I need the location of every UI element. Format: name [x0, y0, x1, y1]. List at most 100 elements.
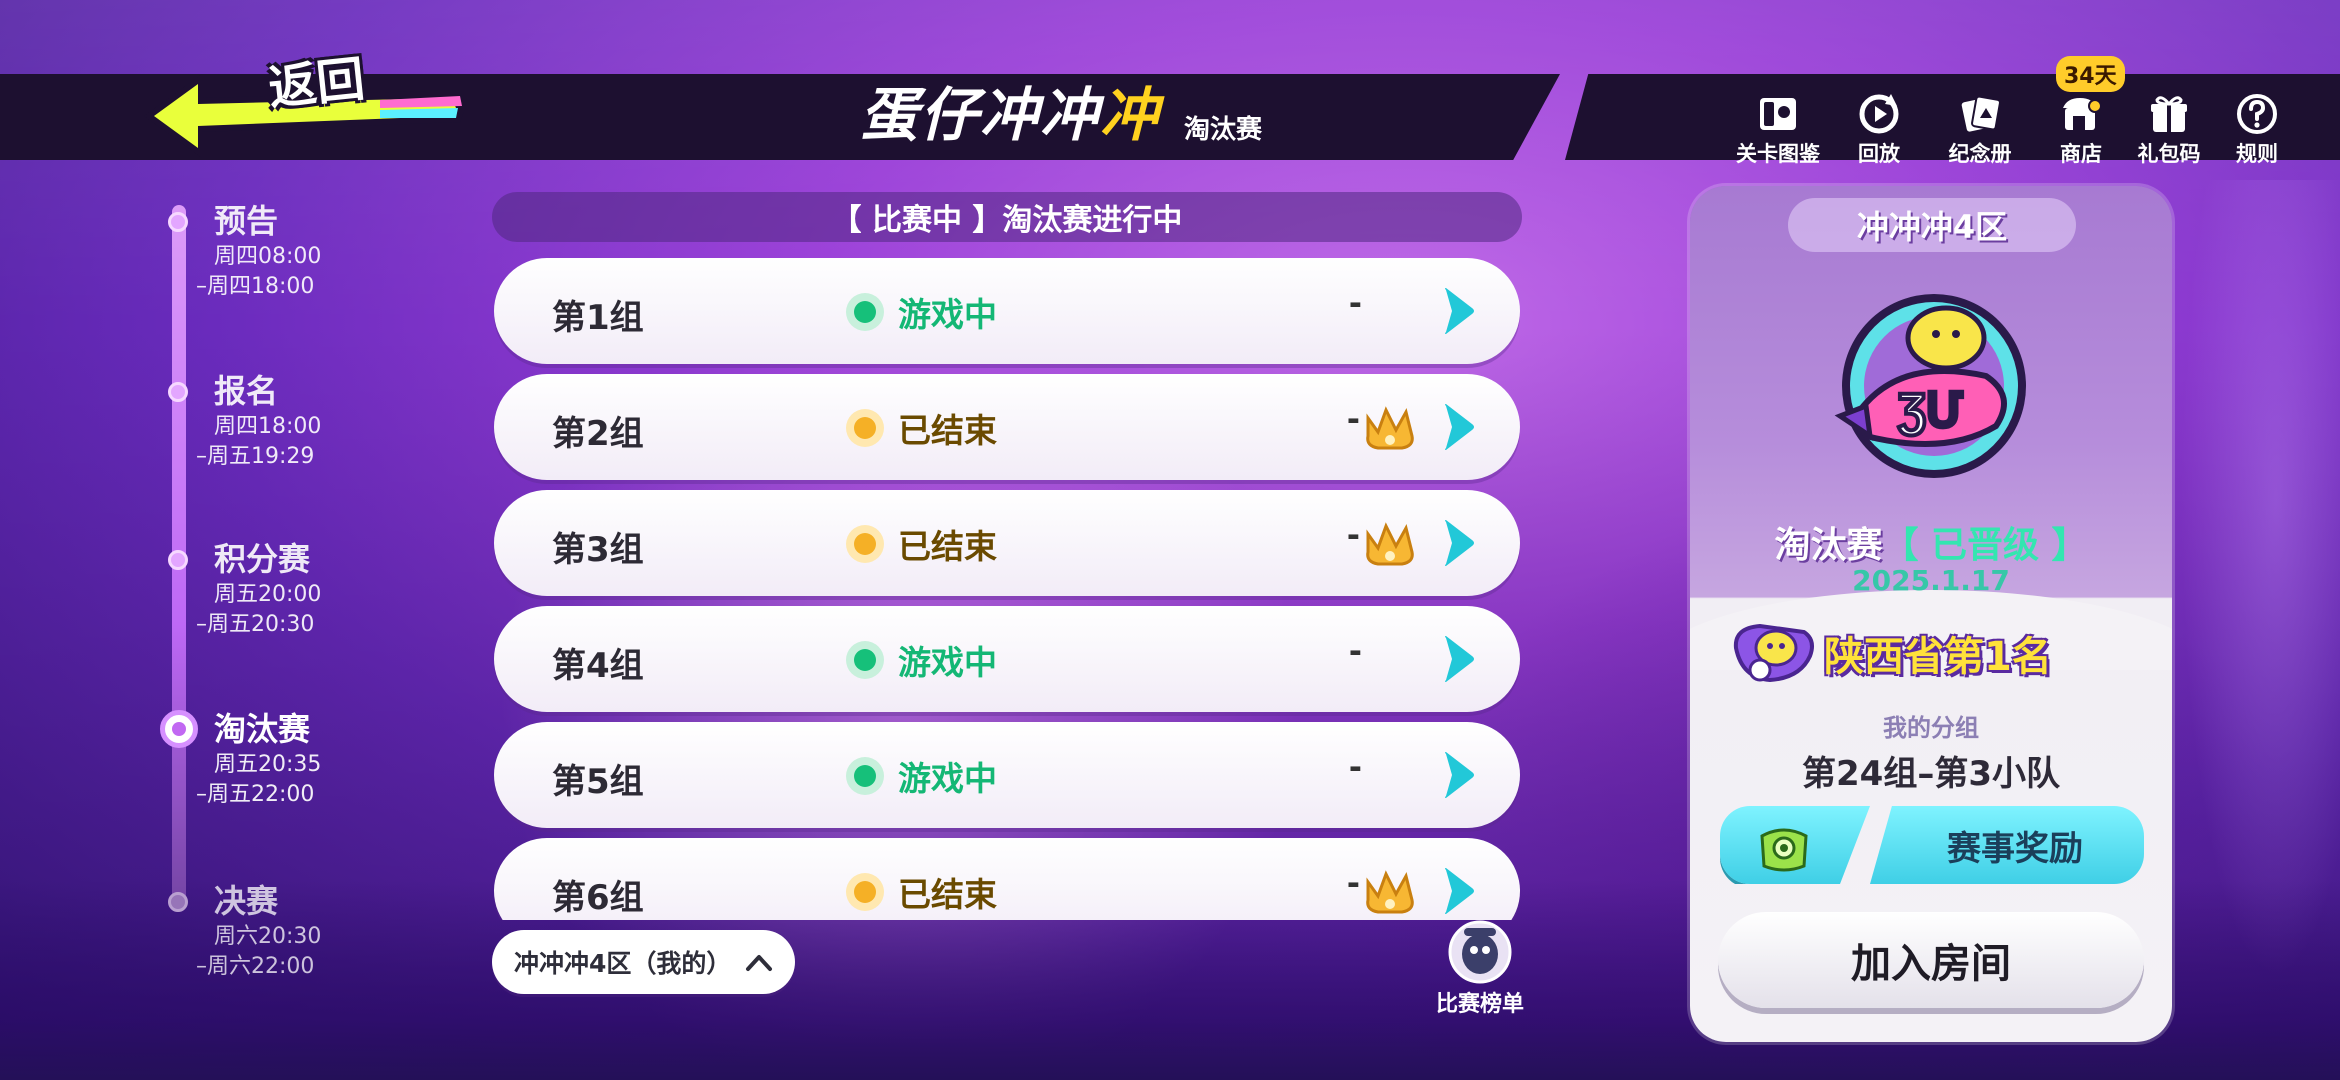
timeline-stage-points: 积分赛 周五20:00 –周五20:30: [168, 534, 360, 640]
leaderboard-button[interactable]: 比赛榜单: [1425, 918, 1535, 1018]
page-title-group: 蛋仔冲冲冲 淘汰赛: [860, 82, 1262, 152]
page-subtitle: 淘汰赛: [1184, 115, 1263, 145]
toolbar: 关卡图鉴 回放 纪念册 34天 商店 礼包码 规则: [1730, 56, 2292, 168]
group-result: -: [1348, 748, 1362, 786]
my-group-value: 第24组–第3小队: [1802, 754, 2060, 794]
back-button[interactable]: 返回: [140, 38, 480, 158]
my-group-label: 我的分组: [1883, 714, 1979, 742]
timeline-stage-final: 决赛 周六20:30 –周六22:00: [168, 876, 360, 982]
group-status-text: 已结束: [898, 411, 997, 450]
timeline-dot: [168, 212, 188, 232]
timeline-stage-preview: 预告 周四08:00 –周四18:00: [168, 196, 360, 302]
timeline-stage-knockout: 淘汰赛 周五20:35 –周五22:00: [160, 704, 360, 810]
timeline-dot: [168, 892, 188, 912]
status-ended-icon: [846, 873, 884, 911]
group-status: 已结束: [846, 404, 997, 452]
group-result: -: [1348, 632, 1362, 670]
toolbar-rules[interactable]: 规则: [2222, 92, 2292, 168]
toolbar-shop[interactable]: 34天 商店: [2046, 56, 2125, 168]
toolbar-replay[interactable]: 回放: [1844, 92, 1914, 168]
group-row[interactable]: 第3组 已结束 -: [494, 490, 1520, 596]
toolbar-level-guide[interactable]: 关卡图鉴: [1730, 92, 1826, 168]
stage-time-start: 周四08:00: [214, 244, 322, 269]
shop-days-badge: 34天: [2056, 56, 2125, 92]
chevron-right-icon: [1445, 404, 1474, 450]
rank-row: 陕西省第1名: [1730, 618, 2052, 688]
page-title-highlight: 冲: [1100, 83, 1161, 148]
svg-text:ƷՄ: ƷՄ: [1898, 384, 1963, 436]
reward-label: 赛事奖励: [1870, 806, 2144, 884]
stage-time-end: –周四18:00: [196, 274, 315, 299]
toolbar-gift-code-label: 礼包码: [2137, 142, 2201, 166]
status-live-icon: [846, 641, 884, 679]
chevron-right-icon: [1445, 636, 1474, 682]
reward-ticket-icon: [1760, 828, 1808, 872]
group-status: 游戏中: [846, 752, 997, 800]
status-ended-icon: [846, 525, 884, 563]
page-title-main: 蛋仔冲冲: [860, 83, 1101, 148]
group-row[interactable]: 第6组 已结束 -: [494, 838, 1520, 920]
group-row[interactable]: 第2组 已结束 -: [494, 374, 1520, 480]
timeline-dot: [168, 550, 188, 570]
group-status: 游戏中: [846, 636, 997, 684]
region-selector[interactable]: 冲冲冲4区（我的）: [492, 930, 796, 994]
chevron-right-icon: [1445, 752, 1474, 798]
group-status-text: 已结束: [898, 875, 997, 914]
group-name: 第2组: [552, 414, 644, 454]
group-name: 第4组: [552, 646, 644, 686]
chevron-right-icon: [1445, 868, 1474, 914]
tournament-date: 2025.1.17: [1852, 564, 2010, 597]
group-row[interactable]: 第5组 游戏中 -: [494, 722, 1520, 828]
group-result: -: [1346, 864, 1360, 902]
crown-icon: [1366, 870, 1414, 914]
group-name: 第3组: [552, 530, 644, 570]
back-label: 返回: [266, 53, 368, 116]
group-name: 第1组: [552, 298, 644, 338]
group-status-text: 游戏中: [898, 759, 997, 798]
stage-name: 决赛: [214, 882, 279, 920]
match-status-header: 【 比赛中 】淘汰赛进行中: [492, 192, 1522, 242]
timeline-dot: [168, 382, 188, 402]
replay-icon: [1859, 94, 1899, 134]
rank-text: 陕西省第1名: [1824, 634, 2052, 680]
toolbar-replay-label: 回放: [1858, 142, 1900, 166]
join-room-button[interactable]: 加入房间: [1718, 912, 2144, 1008]
crown-icon: [1366, 522, 1414, 566]
stage-name: 预告: [214, 202, 279, 240]
stage-time-start: 周五20:35: [214, 752, 322, 777]
region-selector-label: 冲冲冲4区（我的）: [514, 949, 732, 978]
group-status: 游戏中: [846, 288, 997, 336]
stage-time-end: –周五22:00: [196, 782, 315, 807]
toolbar-shop-label: 商店: [2060, 142, 2102, 166]
group-status-text: 游戏中: [898, 295, 997, 334]
timeline-stage-signup: 报名 周四18:00 –周五19:29: [168, 366, 360, 472]
group-name: 第5组: [552, 762, 644, 802]
shop-icon: [2063, 98, 2102, 130]
group-row[interactable]: 第4组 游戏中 -: [494, 606, 1520, 712]
group-row[interactable]: 第1组 游戏中 -: [494, 258, 1520, 364]
tournament-name: 淘汰赛: [1774, 525, 1883, 566]
status-live-icon: [846, 757, 884, 795]
crown-icon: [1366, 406, 1414, 450]
toolbar-album[interactable]: 纪念册: [1932, 92, 2028, 168]
toolbar-rules-label: 规则: [2236, 142, 2278, 166]
group-list[interactable]: 第1组 游戏中 - 第2组 已结束 - 第3组 已结束 - 第4组 游戏中 - …: [494, 258, 1520, 920]
stage-time-start: 周六20:30: [214, 924, 322, 949]
toolbar-gift-code[interactable]: 礼包码: [2134, 92, 2204, 168]
leaderboard-label: 比赛榜单: [1435, 992, 1524, 1017]
stage-time-start: 周五20:00: [214, 582, 322, 607]
chevron-right-icon: [1445, 520, 1474, 566]
group-status: 已结束: [846, 868, 997, 916]
stage-time-end: –周五20:30: [196, 612, 315, 637]
tournament-reward-button[interactable]: 赛事奖励: [1720, 806, 2144, 884]
group-status-text: 游戏中: [898, 643, 997, 682]
my-tournament-card: 冲冲冲4区 ƷՄ 淘汰赛【 已晋级 】 2025.1.17 陕西省第1名 我的分…: [1690, 186, 2172, 1042]
level-guide-icon: [1760, 98, 1796, 130]
leaderboard-icon: [1448, 920, 1512, 984]
stage-name: 报名: [214, 372, 279, 410]
gift-code-icon: [2151, 96, 2187, 132]
rules-icon: [2237, 94, 2277, 134]
tournament-advanced-status: 【 已晋级 】: [1882, 525, 2088, 566]
stage-time-end: –周五19:29: [196, 444, 315, 469]
group-status-text: 已结束: [898, 527, 997, 566]
